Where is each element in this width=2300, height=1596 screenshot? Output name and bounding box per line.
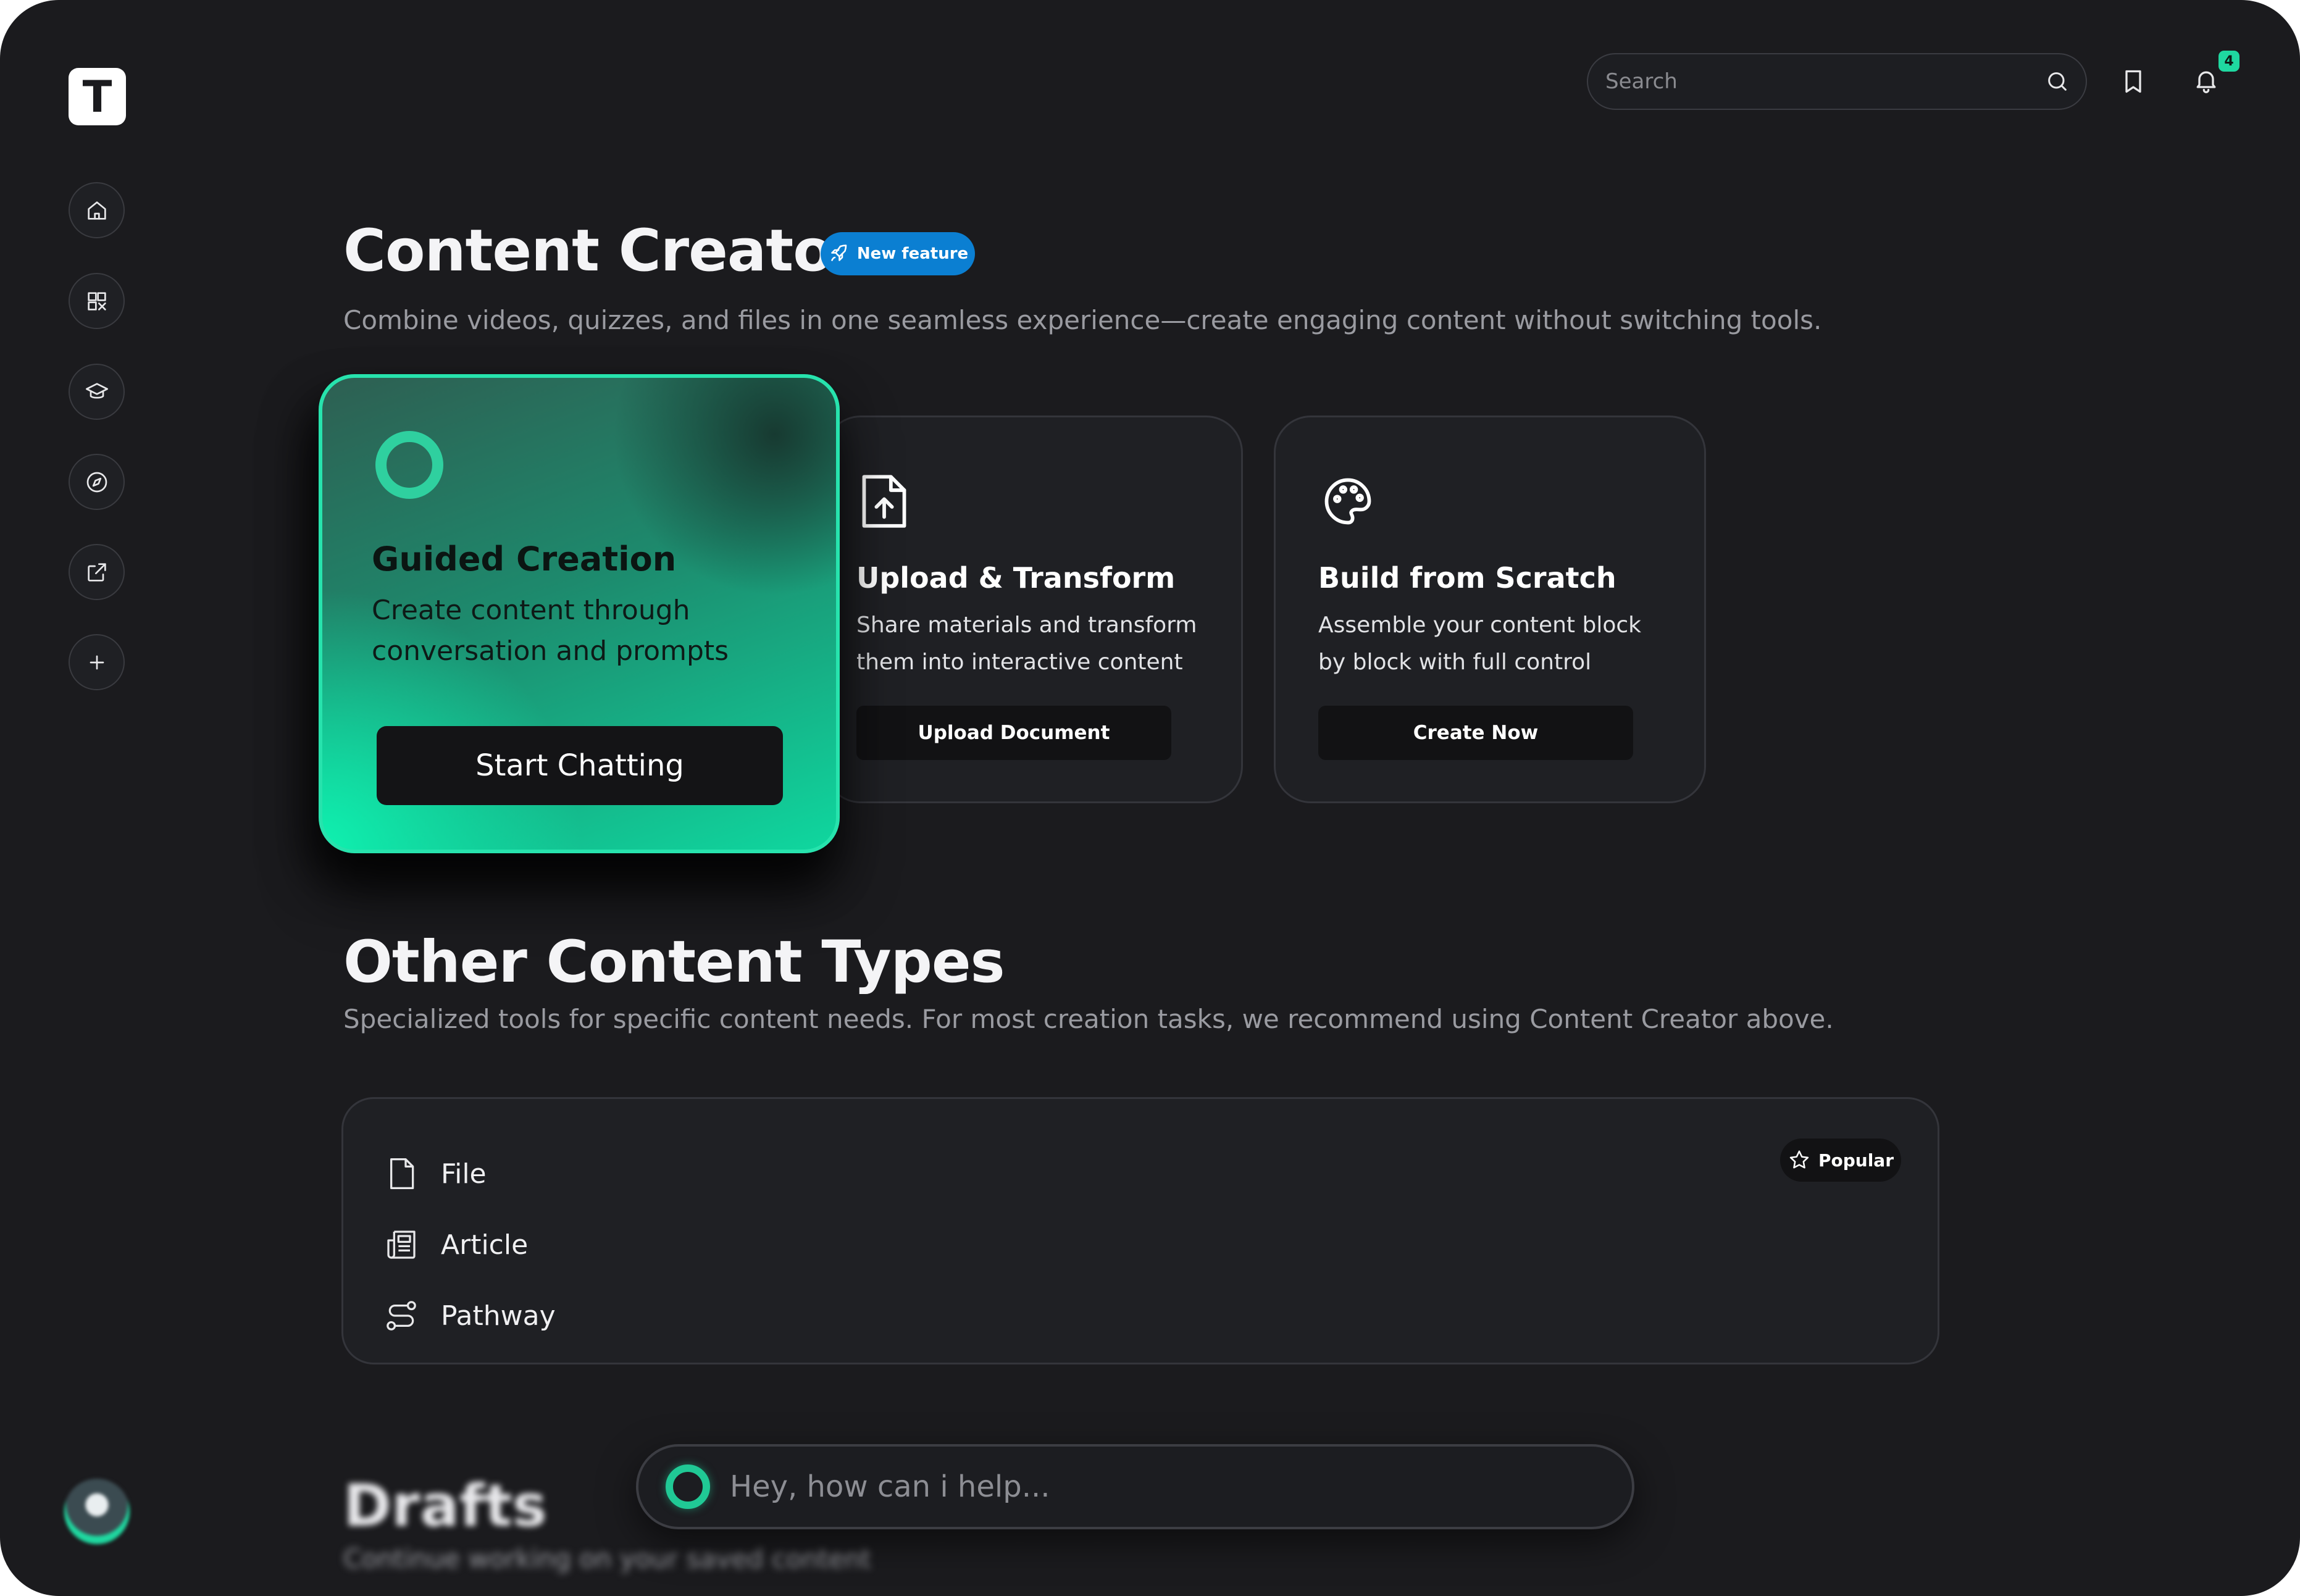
upload-document-button[interactable]: Upload Document <box>856 706 1171 760</box>
upload-transform-card[interactable]: Upload & Transform Share materials and t… <box>824 416 1243 803</box>
section-title: Other Content Types <box>343 929 1005 996</box>
card-description-line-1: Share materials and transform <box>856 612 1197 638</box>
drafts-subtitle: Continue working on your saved content <box>343 1544 871 1574</box>
sidebar-item-home[interactable] <box>69 182 125 238</box>
section-subtitle: Specialized tools for specific content n… <box>343 1004 1834 1034</box>
create-now-button[interactable]: Create Now <box>1318 706 1633 760</box>
list-item-pathway[interactable]: Pathway <box>384 1291 556 1340</box>
file-upload-icon <box>862 475 906 528</box>
bookmark-icon[interactable] <box>2120 68 2147 95</box>
list-item-label: Article <box>441 1229 529 1261</box>
card-title: Upload & Transform <box>856 561 1176 595</box>
start-chatting-button[interactable]: Start Chatting <box>377 726 783 805</box>
list-item-file[interactable]: File <box>384 1149 487 1198</box>
newspaper-icon <box>387 1230 416 1259</box>
sidebar-item-add[interactable] <box>69 634 125 690</box>
plus-icon <box>90 655 104 669</box>
ai-ring-icon <box>375 431 443 499</box>
popular-label: Popular <box>1818 1150 1894 1171</box>
home-icon <box>87 201 106 220</box>
sidebar-item-explore[interactable] <box>69 454 125 510</box>
page-title: Content Creator <box>343 217 861 285</box>
star-icon <box>1789 1150 1809 1169</box>
new-feature-label: New feature <box>856 244 969 263</box>
file-icon <box>390 1158 414 1189</box>
ai-assistant-icon <box>666 1464 710 1509</box>
list-item-label: Pathway <box>441 1300 556 1332</box>
app-logo[interactable]: T <box>69 68 126 125</box>
card-description-line-1: Assemble your content block <box>1318 612 1641 638</box>
list-item-article[interactable]: Article <box>384 1220 528 1269</box>
card-title: Build from Scratch <box>1318 561 1616 595</box>
route-icon <box>387 1301 416 1331</box>
sidebar-item-library[interactable] <box>69 273 125 329</box>
compass-icon <box>86 472 107 492</box>
list-item-label: File <box>441 1158 487 1190</box>
drafts-title: Drafts <box>343 1473 547 1540</box>
palette-icon <box>1324 478 1371 525</box>
chat-input[interactable] <box>729 1469 1605 1505</box>
popular-badge: Popular <box>1780 1139 1901 1182</box>
content-types-list: File Article Pathway Popular <box>341 1097 1939 1364</box>
search-icon[interactable] <box>2045 69 2070 94</box>
avatar[interactable] <box>64 1479 130 1544</box>
bell-icon[interactable] <box>2193 67 2220 94</box>
sidebar-item-external[interactable] <box>69 544 125 600</box>
external-link-icon <box>87 562 106 582</box>
sidebar-item-learning[interactable] <box>69 364 125 420</box>
graduation-cap-icon <box>85 382 108 398</box>
library-icon <box>87 291 106 311</box>
page-subtitle: Combine videos, quizzes, and files in on… <box>343 305 1822 335</box>
card-description-line-1: Create content through <box>372 595 690 626</box>
new-feature-badge: New feature <box>821 232 975 275</box>
card-title: Guided Creation <box>372 540 677 579</box>
card-description-line-2: by block with full control <box>1318 650 1592 675</box>
chat-bar[interactable] <box>636 1444 1634 1529</box>
card-description-line-2: conversation and prompts <box>372 635 729 667</box>
search-bar[interactable] <box>1587 53 2087 110</box>
notification-badge: 4 <box>2218 51 2239 72</box>
guided-creation-card[interactable]: Guided Creation Create content through c… <box>319 374 840 853</box>
rocket-icon <box>831 244 847 261</box>
build-from-scratch-card[interactable]: Build from Scratch Assemble your content… <box>1274 416 1706 803</box>
card-description-line-2: them into interactive content <box>856 650 1183 675</box>
app-window: T Search 4 Content Creator New feature C… <box>0 0 2300 1596</box>
search-input[interactable] <box>1604 69 2045 94</box>
logo-letter: T <box>82 71 112 122</box>
